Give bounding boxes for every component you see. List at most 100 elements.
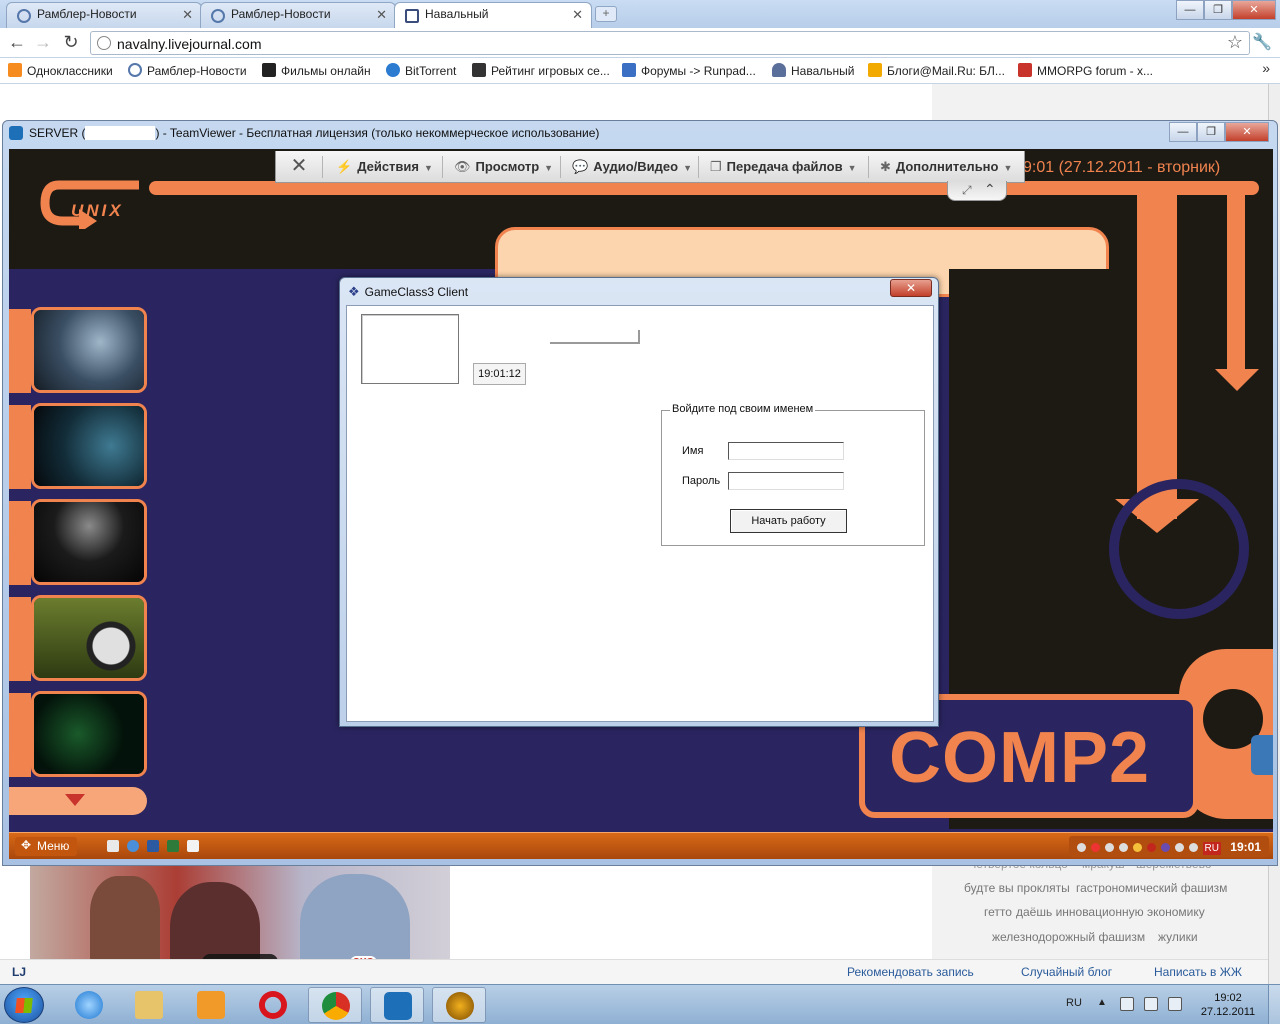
tool-icon[interactable] [187, 840, 199, 852]
volume-icon[interactable] [1119, 843, 1128, 852]
teamviewer-close-button[interactable]: ✕ [1225, 122, 1269, 142]
bookmark-films-online[interactable]: Фильмы онлайн [262, 63, 371, 78]
view-menu[interactable]: 👁 Просмотр ▼ [454, 159, 553, 175]
taskbar-chrome[interactable] [308, 987, 362, 1023]
random-blog-link[interactable]: Случайный блог [1021, 965, 1112, 979]
bookmark-navalny[interactable]: Навальный [772, 63, 854, 78]
app-icon[interactable] [167, 840, 179, 852]
taskbar-opera[interactable] [246, 987, 300, 1023]
network-icon[interactable] [1144, 997, 1158, 1011]
wrench-menu-icon[interactable]: 🔧 [1252, 32, 1272, 52]
tag-link[interactable]: гетто [984, 905, 1012, 919]
collapse-toolbar-icon[interactable]: ⌃ [984, 181, 996, 198]
game-thumbnail-2[interactable] [31, 403, 147, 489]
windows-language-indicator[interactable]: RU [1066, 997, 1082, 1009]
desktop-icon[interactable] [147, 840, 159, 852]
password-input[interactable] [728, 472, 844, 490]
tag-link[interactable]: железнодорожный фашизм [992, 930, 1145, 944]
bookmark-mailru-blogs[interactable]: Блоги@Mail.Ru: БЛ... [868, 63, 1005, 78]
browser-maximize-button[interactable]: ❐ [1204, 0, 1232, 20]
quicklaunch-icon[interactable] [107, 840, 119, 852]
show-desktop-button[interactable] [1268, 985, 1280, 1024]
audio-video-menu[interactable]: 💬 Аудио/Видео ▼ [572, 159, 692, 175]
browser-toolbar: ← → ↻ navalny.livejournal.com ☆ 🔧 [0, 28, 1280, 58]
fullscreen-icon[interactable]: ⤢ [962, 183, 972, 198]
scroll-down-arrow-icon[interactable] [9, 787, 147, 815]
address-bar[interactable]: navalny.livejournal.com ☆ [90, 31, 1250, 55]
bookmark-odnoklassniki[interactable]: Одноклассники [8, 63, 113, 78]
windows-taskbar: RU ▲ 19:02 27.12.2011 [0, 984, 1280, 1024]
tray-icon[interactable] [1133, 843, 1142, 852]
tag-link[interactable]: даёшь инновационную экономику [1016, 905, 1205, 919]
recommend-link[interactable]: Рекомендовать запись [847, 965, 974, 979]
game-art [34, 694, 144, 774]
close-session-icon[interactable]: ✕ [286, 155, 312, 179]
game-thumbnail-3[interactable] [31, 499, 147, 585]
write-to-lj-link[interactable]: Написать в ЖЖ [1154, 965, 1242, 979]
game-thumbnail-1[interactable] [31, 307, 147, 393]
game-thumbnail-4[interactable] [31, 595, 147, 681]
bookmarks-overflow-chevron-icon[interactable]: » [1262, 60, 1270, 76]
remote-taskbar-clock[interactable]: 19:01 [1230, 840, 1261, 854]
ie-icon[interactable] [127, 840, 139, 852]
forward-arrow-icon[interactable]: → [32, 32, 54, 54]
wallpaper-orange-bar [149, 181, 1259, 195]
tag-link[interactable]: жулики [1158, 930, 1198, 944]
bookmark-rambler-news[interactable]: Рамблер-Новости [128, 63, 247, 78]
remote-taskbar: Меню RU 19:01 [9, 832, 1273, 859]
taskbar-media-player[interactable] [184, 987, 238, 1023]
windows-start-button[interactable] [4, 987, 44, 1023]
teamviewer-side-tab[interactable] [1251, 735, 1273, 775]
gameclass-close-button[interactable]: ✕ [890, 279, 932, 297]
game-thumbnail-5[interactable] [31, 691, 147, 777]
extras-menu[interactable]: ✱ Дополнительно ▼ [880, 159, 1012, 175]
tray-expand-arrow-icon[interactable]: ▲ [1097, 997, 1107, 1008]
taskbar-teamviewer[interactable] [370, 987, 424, 1023]
tab-close-icon[interactable]: ✕ [182, 7, 193, 23]
bookmark-game-rating[interactable]: Рейтинг игровых се... [472, 63, 610, 78]
bookmark-runpad-forums[interactable]: Форумы -> Runpad... [622, 63, 756, 78]
start-work-button[interactable]: Начать работу [730, 509, 847, 533]
network-icon[interactable] [1105, 843, 1114, 852]
remote-desktop[interactable]: UNIX 9:01 (27.12.2011 - вторник) COMP2 М… [9, 149, 1273, 859]
browser-tab-rambler-1[interactable]: Рамблер-Новости ✕ [6, 2, 202, 28]
tray-icon[interactable] [1077, 843, 1086, 852]
browser-minimize-button[interactable]: — [1176, 0, 1204, 20]
back-arrow-icon[interactable]: ← [6, 32, 28, 54]
teamviewer-minimize-button[interactable]: — [1169, 122, 1197, 142]
address-url[interactable]: navalny.livejournal.com [117, 36, 261, 52]
bookmark-mmorpg-forum[interactable]: MMORPG forum - x... [1018, 63, 1153, 78]
teamviewer-maximize-button[interactable]: ❐ [1197, 122, 1225, 142]
browser-tab-rambler-2[interactable]: Рамблер-Новости ✕ [200, 2, 396, 28]
taskbar-game[interactable] [432, 987, 486, 1023]
browser-close-button[interactable]: ✕ [1232, 0, 1276, 20]
lj-logo[interactable]: LJ [12, 965, 26, 979]
username-input[interactable] [728, 442, 844, 460]
new-tab-button[interactable]: + [595, 6, 617, 22]
reload-icon[interactable]: ↻ [60, 32, 82, 54]
volume-icon[interactable] [1189, 843, 1198, 852]
browser-tab-navalny[interactable]: Навальный ✕ [394, 2, 592, 28]
actions-menu[interactable]: ⚡ Действия ▼ [336, 159, 433, 175]
tab-close-icon[interactable]: ✕ [376, 7, 387, 23]
volume-icon[interactable] [1168, 997, 1182, 1011]
tag-link[interactable]: будте вы прокляты [964, 881, 1070, 895]
bookmark-bittorrent[interactable]: BitTorrent [386, 63, 456, 78]
taskbar-internet-explorer[interactable] [62, 987, 116, 1023]
remote-language-indicator[interactable]: RU [1202, 842, 1221, 855]
antivirus-icon[interactable] [1091, 843, 1100, 852]
wallpaper-strip [9, 597, 31, 681]
tag-link[interactable]: гастрономический фашизм [1076, 881, 1227, 895]
redacted-id [85, 126, 156, 140]
gameclass-tray-icon[interactable] [1161, 843, 1170, 852]
taskbar-explorer[interactable] [122, 987, 176, 1023]
file-transfer-menu[interactable]: ❐ Передача файлов ▼ [710, 159, 857, 175]
windows-clock[interactable]: 19:02 27.12.2011 [1196, 991, 1260, 1019]
bookmark-star-icon[interactable]: ☆ [1227, 32, 1243, 53]
remote-start-menu-button[interactable]: Меню [15, 837, 78, 856]
action-center-icon[interactable] [1120, 997, 1134, 1011]
tray-icon[interactable] [1147, 843, 1156, 852]
tray-icon[interactable] [1175, 843, 1184, 852]
name-label: Имя [682, 445, 704, 457]
tab-close-icon[interactable]: ✕ [572, 7, 583, 23]
